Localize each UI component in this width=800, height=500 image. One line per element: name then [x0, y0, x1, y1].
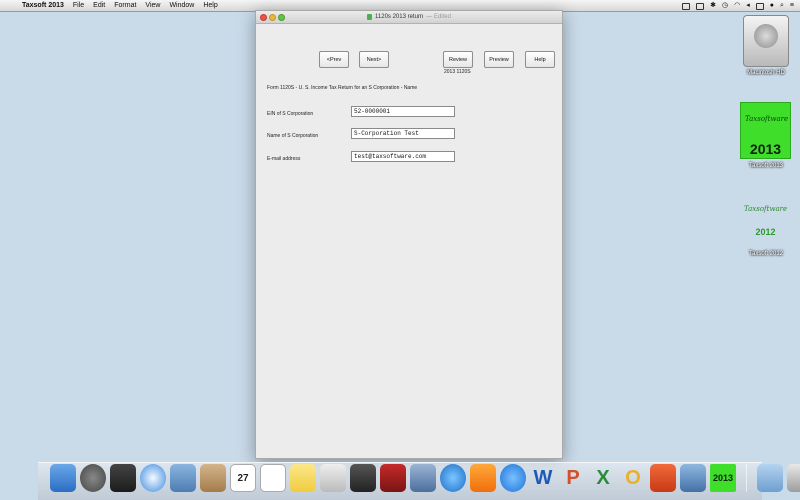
- notification-center-icon[interactable]: ≡: [790, 0, 794, 11]
- macintosh-hd-desktop-icon[interactable]: Macintosh HD: [740, 15, 792, 76]
- corp-name-label: Name of S Corporation: [267, 133, 319, 139]
- ein-label: EIN of S Corporation: [267, 111, 314, 117]
- calendar-icon[interactable]: 27: [230, 464, 256, 492]
- itunes-icon[interactable]: [440, 464, 466, 492]
- preview-button[interactable]: Preview: [484, 51, 514, 68]
- volume-icon[interactable]: ◂: [746, 0, 750, 11]
- battery-icon[interactable]: [755, 3, 764, 10]
- taxsoft-2013-brand: Taxsoftware: [745, 115, 789, 123]
- taxsoft-2012-year: 2012: [755, 227, 776, 237]
- reminders-icon[interactable]: [260, 464, 286, 492]
- launchpad-icon[interactable]: [80, 464, 106, 492]
- word-icon[interactable]: W: [530, 464, 556, 492]
- taxsoft-2012-label: Taxsoft 2012: [748, 251, 784, 257]
- window-title: 1120s 2013 return — Edited: [367, 11, 451, 23]
- app-store-icon[interactable]: [500, 464, 526, 492]
- mission-control-icon[interactable]: [110, 464, 136, 492]
- outlook-icon[interactable]: O: [620, 464, 646, 492]
- email-label: E-mail address: [267, 156, 301, 162]
- menu-help[interactable]: Help: [203, 0, 217, 11]
- dock-separator: [746, 464, 747, 492]
- ein-field[interactable]: 52-0000001: [351, 106, 455, 117]
- taxsoft-dock-icon[interactable]: 2013: [710, 464, 736, 492]
- review-button[interactable]: Review: [443, 51, 473, 68]
- menu-window[interactable]: Window: [169, 0, 194, 11]
- preview-app-icon[interactable]: [170, 464, 196, 492]
- facetime-icon[interactable]: [350, 464, 376, 492]
- taxsoft-2013-desktop-icon[interactable]: Taxsoftware 2013 Taxsoft 2013: [740, 102, 792, 169]
- dock-items: 27 W P X O 2013: [50, 464, 800, 492]
- next-button[interactable]: Next>: [359, 51, 389, 68]
- dock: 27 W P X O 2013: [38, 462, 800, 500]
- menu-view[interactable]: View: [145, 0, 160, 11]
- safari-icon[interactable]: [140, 464, 166, 492]
- powerpoint-icon[interactable]: P: [560, 464, 586, 492]
- taxsoft-2013-logo-icon: Taxsoftware 2013: [740, 102, 791, 159]
- menu-edit[interactable]: Edit: [93, 0, 105, 11]
- review-sublabel: 2013 1120S: [444, 69, 471, 75]
- trash-icon[interactable]: [787, 464, 800, 492]
- messages-icon[interactable]: [320, 464, 346, 492]
- prev-button[interactable]: <Prev: [319, 51, 349, 68]
- wifi-icon[interactable]: ◠: [734, 0, 740, 11]
- taxsoft-window: 1120s 2013 return — Edited <Prev Next> R…: [255, 10, 563, 459]
- remote-desktop-icon[interactable]: [650, 464, 676, 492]
- email-field[interactable]: test@taxsoftware.com: [351, 151, 455, 162]
- spotlight-icon[interactable]: ⌕: [780, 0, 784, 11]
- form-title: Form 1120S - U. S. Income Tax Return for…: [267, 85, 418, 91]
- hard-drive-icon: [743, 15, 789, 67]
- window-close-button[interactable]: [260, 13, 267, 21]
- window-titlebar[interactable]: 1120s 2013 return — Edited: [256, 11, 562, 24]
- document-icon: [367, 14, 373, 20]
- menu-file[interactable]: File: [73, 0, 84, 11]
- menu-status-area: ✱ ◷ ◠ ◂ ● ⌕ ≡: [682, 0, 794, 11]
- iphoto-icon[interactable]: [410, 464, 436, 492]
- taxsoft-2013-year: 2013: [749, 141, 782, 157]
- window-minimize-button[interactable]: [269, 13, 276, 21]
- taxsoft-2012-logo-icon: Taxsoftware 2012: [740, 203, 791, 241]
- xcode-icon[interactable]: [680, 464, 706, 492]
- help-button[interactable]: Help: [525, 51, 555, 68]
- display-icon[interactable]: [696, 3, 705, 10]
- bluetooth-icon[interactable]: ✱: [710, 0, 716, 11]
- menu-app-name[interactable]: Taxsoft 2013: [22, 0, 64, 11]
- downloads-stack-icon[interactable]: [757, 464, 783, 492]
- taxsoft-2012-brand: Taxsoftware: [744, 205, 788, 213]
- notes-icon[interactable]: [290, 464, 316, 492]
- window-title-text: 1120s 2013 return: [375, 14, 424, 20]
- menu-format[interactable]: Format: [114, 0, 136, 11]
- user-icon[interactable]: ●: [770, 0, 774, 11]
- window-edited-marker: — Edited: [426, 14, 451, 20]
- taxsoft-2013-label: Taxsoft 2013: [748, 163, 784, 169]
- time-machine-icon[interactable]: ◷: [722, 0, 728, 11]
- airplay-icon[interactable]: [682, 3, 691, 10]
- taxsoft-2012-desktop-icon[interactable]: Taxsoftware 2012 Taxsoft 2012: [740, 203, 792, 257]
- macintosh-hd-label: Macintosh HD: [747, 70, 785, 76]
- ibooks-icon[interactable]: [470, 464, 496, 492]
- window-zoom-button[interactable]: [278, 13, 285, 21]
- excel-icon[interactable]: X: [590, 464, 616, 492]
- corp-name-field[interactable]: S-Corporation Test: [351, 128, 455, 139]
- photo-booth-icon[interactable]: [380, 464, 406, 492]
- menu-items: Taxsoft 2013 File Edit Format View Windo…: [22, 0, 218, 11]
- contacts-icon[interactable]: [200, 464, 226, 492]
- finder-icon[interactable]: [50, 464, 76, 492]
